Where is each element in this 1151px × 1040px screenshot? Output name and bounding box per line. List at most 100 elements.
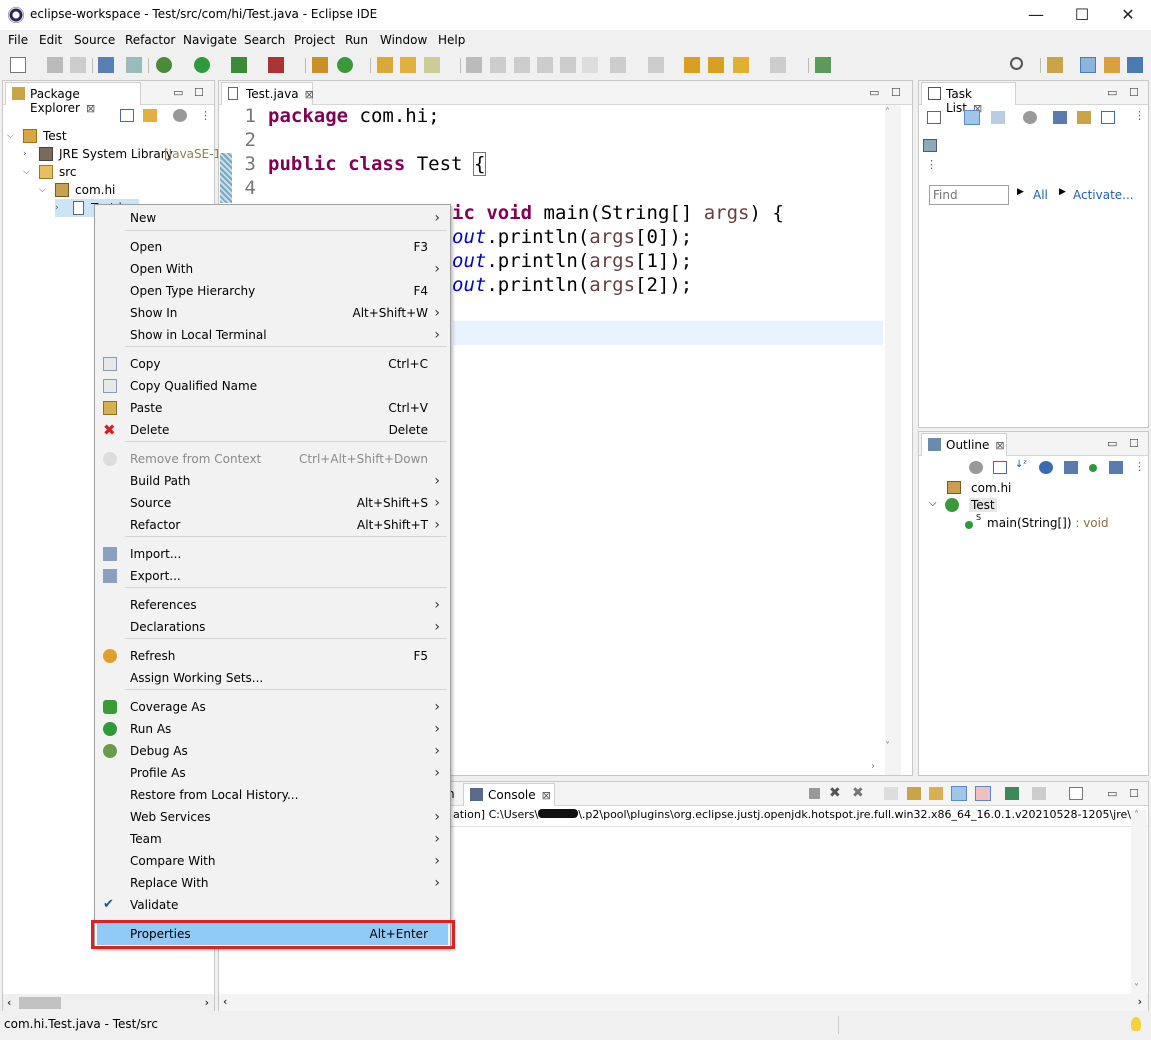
horizontal-scrollbar[interactable]: ‹ › [3,994,214,1012]
all-link[interactable]: All [1033,188,1048,202]
menu-item-refresh[interactable]: Refresh F5 [97,645,448,667]
scroll-left-icon[interactable]: ‹ [7,996,11,1009]
coverage-icon[interactable] [231,57,247,73]
forward-icon[interactable] [733,57,749,73]
external-tools-icon[interactable] [268,57,284,73]
remove-all-icon[interactable]: ✖ [852,785,864,801]
menu-item-delete[interactable]: ✖ Delete Delete [97,419,448,441]
task-find-input[interactable] [929,185,1009,205]
scroll-up-icon[interactable]: ˄ [1134,810,1139,821]
console-vertical-scrollbar[interactable]: ˄ ˅ [1131,810,1147,994]
close-tab-icon[interactable]: ⊠ [542,789,551,802]
maximize-view-icon[interactable]: ☐ [1129,787,1139,800]
scroll-thumb[interactable] [19,997,61,1009]
save-icon[interactable] [47,57,63,73]
scroll-right-icon[interactable]: › [871,761,875,772]
activate-link[interactable]: Activate... [1073,188,1134,202]
menu-item-paste[interactable]: Paste Ctrl+V [97,397,448,419]
close-button[interactable]: ✕ [1105,0,1151,30]
outline-package[interactable]: com.hi [971,481,1011,495]
menu-item-declarations[interactable]: Declarations › [97,616,448,638]
menu-run[interactable]: Run [345,33,368,47]
console-horizontal-scrollbar[interactable]: ‹ › [219,994,1148,1012]
show-on-output-icon[interactable] [951,786,967,801]
pilcrow-icon[interactable] [582,57,598,73]
word-wrap-icon[interactable] [537,57,553,73]
maximize-button[interactable]: ☐ [1059,0,1105,30]
collapse-all-icon[interactable] [993,461,1007,474]
scroll-lock-icon[interactable] [907,787,921,800]
chevron-right-icon[interactable]: › [23,145,31,163]
maximize-view-icon[interactable]: ☐ [1129,437,1139,450]
terminate-icon[interactable] [809,788,820,799]
java-perspective-icon[interactable] [1080,57,1096,73]
word-wrap-icon[interactable] [929,787,943,800]
menu-item-build-path[interactable]: Build Path › [97,470,448,492]
new-icon[interactable] [10,57,26,73]
scroll-right-icon[interactable]: › [1138,995,1142,1008]
save-all-icon[interactable] [70,57,86,73]
menu-item-export[interactable]: Export... [97,565,448,587]
minimize-view-icon[interactable]: ▭ [869,86,879,99]
outline-method[interactable]: main(String[]) : void [987,516,1109,530]
menu-item-profile-as[interactable]: Profile As › [97,762,448,784]
collapse-all-icon[interactable] [120,109,134,122]
menu-edit[interactable]: Edit [39,33,62,47]
sort-icon[interactable]: ↓ᶻ [1015,459,1027,470]
menu-item-web-services[interactable]: Web Services › [97,806,448,828]
hide-static-icon[interactable] [1064,461,1078,474]
menu-project[interactable]: Project [294,33,335,47]
chevron-down-icon[interactable]: ⌵ [929,498,937,509]
run-icon[interactable] [194,57,210,73]
toggle-mark-icon[interactable] [466,57,482,73]
focus-icon[interactable] [1077,111,1091,124]
prev-annotation-icon[interactable] [648,57,664,73]
menu-search[interactable]: Search [244,33,285,47]
menu-item-restore-from-local-history[interactable]: Restore from Local History... [97,784,448,806]
next-annotation-icon[interactable] [610,57,626,73]
menu-item-validate[interactable]: ✔ Validate [97,894,448,916]
view-menu-icon[interactable]: ⋮ [200,109,211,122]
outline-class[interactable]: Test [969,498,997,512]
tab-outline[interactable]: Outline ⊠ [921,433,1007,456]
scheduled-icon[interactable] [991,111,1005,124]
debug-icon[interactable] [156,57,172,73]
skip-breakpoints-icon[interactable] [126,57,142,73]
menu-item-copy-qualified-name[interactable]: Copy Qualified Name [97,375,448,397]
sync-icon[interactable] [969,461,983,474]
chevron-down-icon[interactable]: ⌵ [7,127,15,145]
scroll-down-icon[interactable]: ˅ [885,741,890,752]
repository-icon[interactable] [923,139,937,152]
menu-item-new[interactable]: New › [97,207,448,229]
menu-item-run-as[interactable]: Run As › [97,718,448,740]
menu-item-replace-with[interactable]: Replace With › [97,872,448,894]
more-icon[interactable]: ⋮ [926,158,937,171]
hide-non-public-icon[interactable] [1089,464,1097,472]
menu-item-copy[interactable]: Copy Ctrl+C [97,353,448,375]
menu-item-refactor[interactable]: Refactor Alt+Shift+T › [97,514,448,536]
open-perspective-icon[interactable] [815,57,831,73]
navigate-forward-icon[interactable] [770,57,786,73]
new-class-icon[interactable] [337,57,353,73]
minimize-button[interactable]: — [1013,0,1059,30]
categorized-icon[interactable] [964,110,980,125]
remove-launch-icon[interactable]: ✖ [829,785,841,801]
menu-source[interactable]: Source [74,33,115,47]
minimize-view-icon[interactable]: ▭ [1107,787,1117,800]
open-type-icon[interactable] [377,57,393,73]
menu-item-open-with[interactable]: Open With › [97,258,448,280]
menu-item-debug-as[interactable]: Debug As › [97,740,448,762]
menu-window[interactable]: Window [380,33,427,47]
block-selection-icon[interactable] [514,57,530,73]
maximize-view-icon[interactable]: ☐ [1129,86,1139,99]
perspective-icon[interactable] [1047,57,1063,73]
tab-test-java[interactable]: Test.java ⊠ [221,82,314,105]
scroll-up-icon[interactable]: ˄ [885,107,890,118]
scroll-right-icon[interactable]: › [205,996,209,1009]
menu-item-source[interactable]: Source Alt+Shift+S › [97,492,448,514]
scroll-left-icon[interactable]: ‹ [223,995,227,1008]
tab-console[interactable]: Console ⊠ [463,783,555,806]
open-folder-icon[interactable] [400,57,416,73]
git-perspective-icon[interactable] [1127,57,1143,73]
chevron-down-icon[interactable]: ⌵ [23,163,31,181]
